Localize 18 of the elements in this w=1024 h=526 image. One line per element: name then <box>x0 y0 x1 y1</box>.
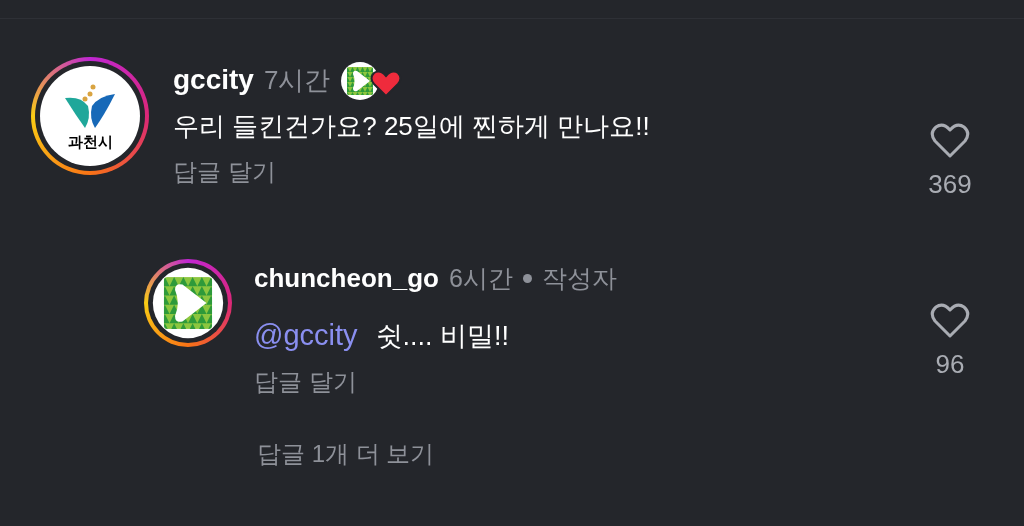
username[interactable]: gccity <box>173 59 254 101</box>
timestamp: 6시간 <box>448 262 513 294</box>
reply-button[interactable]: 답글 달기 <box>254 363 357 400</box>
comment-text: 쉿.... 비밀!! <box>375 319 510 353</box>
like-count: 369 <box>928 168 972 201</box>
avatar[interactable]: 과천시 <box>31 57 149 175</box>
author-tag: 작성자 <box>541 259 617 298</box>
mention-link[interactable]: @gccity <box>254 314 358 358</box>
heart-icon <box>930 123 970 159</box>
username[interactable]: chuncheon_go <box>254 259 439 298</box>
butterfly-logo-icon <box>63 83 117 130</box>
avatar-label: 과천시 <box>67 133 113 149</box>
view-more-replies-link[interactable]: 답글 1개 더 보기 <box>257 435 435 472</box>
like-count: 96 <box>935 348 965 381</box>
heart-icon <box>930 303 970 339</box>
comment-text: 우리 들킨건가요? 25일에 찐하게 만나요!! <box>173 110 650 143</box>
reply-button[interactable]: 답글 달기 <box>173 154 276 190</box>
timestamp: 7시간 <box>263 63 331 97</box>
